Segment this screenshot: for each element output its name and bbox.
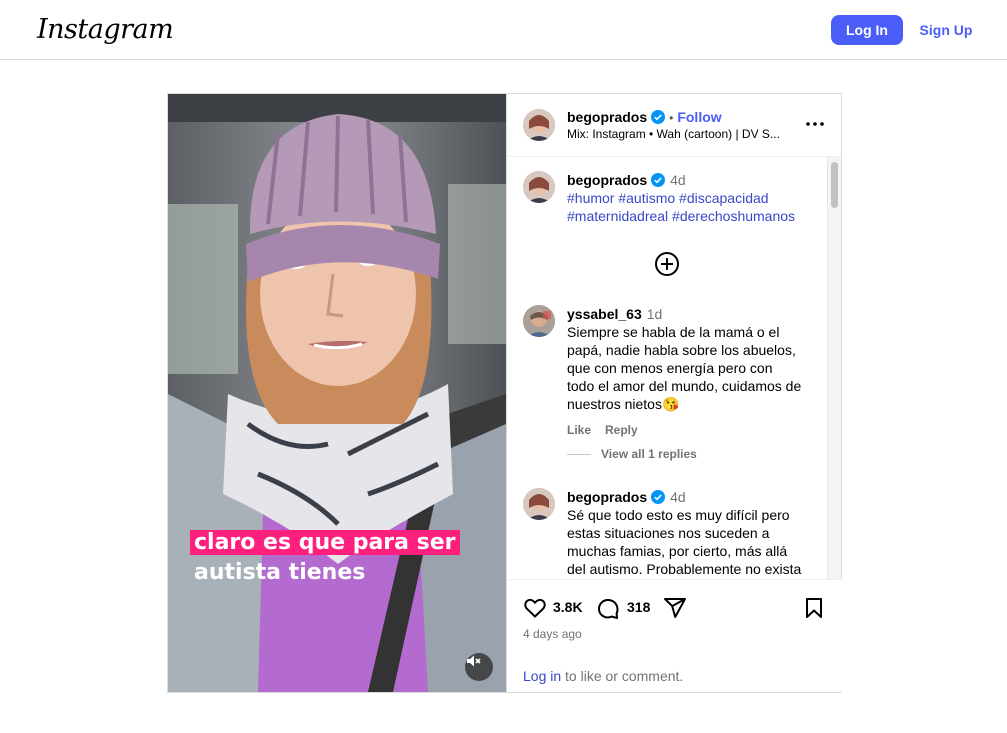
- verified-badge-icon: [651, 110, 666, 124]
- scrollbar-thumb[interactable]: [831, 162, 838, 208]
- hashtags-line-1[interactable]: #humor #autismo #discapacidad: [567, 189, 795, 207]
- comment-text: begoprados 4d Sé que todo esto es muy dif…: [567, 488, 817, 578]
- comment-time[interactable]: 4d: [670, 489, 686, 505]
- login-prompt-text: to like or comment.: [561, 668, 684, 684]
- top-bar: Instagram Log In Sign Up: [0, 0, 1007, 60]
- caption-line-1: claro es que para ser: [190, 530, 460, 555]
- speaker-muted-icon: [467, 655, 481, 667]
- avatar-image: [523, 109, 555, 141]
- verified-badge-icon: [651, 490, 666, 504]
- video-frame-illustration: [168, 94, 506, 692]
- separator-dot: •: [669, 111, 674, 125]
- like-comment-button[interactable]: Like: [567, 423, 591, 437]
- comments-count[interactable]: 318: [627, 599, 650, 615]
- comment-line: estas situaciones nos suceden a: [567, 525, 770, 541]
- avatar-image: [523, 305, 555, 337]
- hashtags-line-2[interactable]: #maternidadreal #derechoshumanos: [567, 207, 795, 225]
- comment-line: Sé que todo esto es muy difícil pero: [567, 507, 790, 523]
- view-replies-button[interactable]: View all 1 replies: [601, 447, 697, 461]
- comment-username[interactable]: begoprados: [567, 172, 647, 188]
- more-options-button[interactable]: [803, 112, 827, 136]
- heart-icon[interactable]: [523, 596, 547, 620]
- comments-list[interactable]: begoprados 4d #humor #autismo #discapacid…: [507, 157, 842, 579]
- follow-button[interactable]: Follow: [677, 109, 721, 125]
- load-more-comments-icon[interactable]: [654, 251, 680, 277]
- post-header: begoprados • Follow Mix: Instagram • Wah (…: [507, 94, 842, 157]
- verified-badge-icon: [651, 173, 666, 187]
- avatar[interactable]: [523, 488, 555, 520]
- login-prompt: Log in to like or comment.: [523, 668, 683, 684]
- reply-button[interactable]: Reply: [605, 423, 638, 437]
- post-username[interactable]: begoprados: [567, 109, 647, 125]
- more-dots-icon: [806, 122, 824, 126]
- avatar-image: [523, 488, 555, 520]
- comment-time[interactable]: 1d: [647, 306, 663, 322]
- comment-text: begoprados 4d #humor #autismo #discapacid…: [567, 171, 795, 225]
- replies-divider: [567, 454, 591, 455]
- avatar-image: [523, 171, 555, 203]
- sign-up-button[interactable]: Sign Up: [915, 15, 977, 45]
- post-sidebar: begoprados • Follow Mix: Instagram • Wah (…: [506, 94, 842, 692]
- comment-line: todo el amor del mundo, cuidamos de: [567, 378, 802, 394]
- avatar[interactable]: [523, 109, 555, 141]
- log-in-button[interactable]: Log In: [831, 15, 903, 45]
- avatar[interactable]: [523, 305, 555, 337]
- comment-line: papá, nadie habla sobre los abuelos,: [567, 342, 796, 358]
- comment-time[interactable]: 4d: [670, 172, 686, 188]
- mute-button[interactable]: [465, 653, 493, 681]
- comment-text: yssabel_63 1d Siempre se habla de la mamá…: [567, 305, 817, 439]
- comments-scrollbar[interactable]: [827, 157, 841, 579]
- share-icon[interactable]: [663, 596, 687, 620]
- comment-username[interactable]: begoprados: [567, 489, 647, 505]
- likes-count[interactable]: 3.8K: [553, 599, 583, 615]
- comment-line: del autismo. Probablemente no exista: [567, 561, 802, 577]
- instagram-logo[interactable]: Instagram: [37, 14, 174, 45]
- comment-line: muchas famias, por cierto, más allá: [567, 543, 788, 559]
- caption-line-2: autista tienes: [194, 560, 366, 585]
- bookmark-icon[interactable]: [802, 596, 826, 620]
- post-card: claro es que para ser autista tienes beg…: [167, 93, 842, 693]
- video-caption-overlay: claro es que para ser autista tienes: [190, 528, 460, 588]
- comment-line: nuestros nietos😘: [567, 396, 680, 412]
- comment-username[interactable]: yssabel_63: [567, 306, 642, 322]
- post-video[interactable]: claro es que para ser autista tienes: [168, 94, 506, 692]
- music-info[interactable]: Mix: Instagram • Wah (cartoon) | DV S...: [567, 127, 780, 141]
- comment-icon[interactable]: [596, 596, 620, 620]
- comment-actions: Like Reply: [567, 421, 817, 439]
- caption-comment: begoprados 4d #humor #autismo #discapacid…: [523, 171, 813, 231]
- posted-time[interactable]: 4 days ago: [523, 627, 582, 641]
- avatar[interactable]: [523, 171, 555, 203]
- comment-item: begoprados 4d Sé que todo esto es muy dif…: [523, 488, 813, 579]
- post-actions-footer: 3.8K 318 4 days ago Log in to like or co…: [507, 579, 842, 692]
- comment-line: que con menos energía pero con: [567, 360, 773, 376]
- comment-line: Siempre se habla de la mamá o el: [567, 324, 780, 340]
- log-in-link[interactable]: Log in: [523, 668, 561, 684]
- header-name-row: begoprados • Follow: [567, 109, 722, 127]
